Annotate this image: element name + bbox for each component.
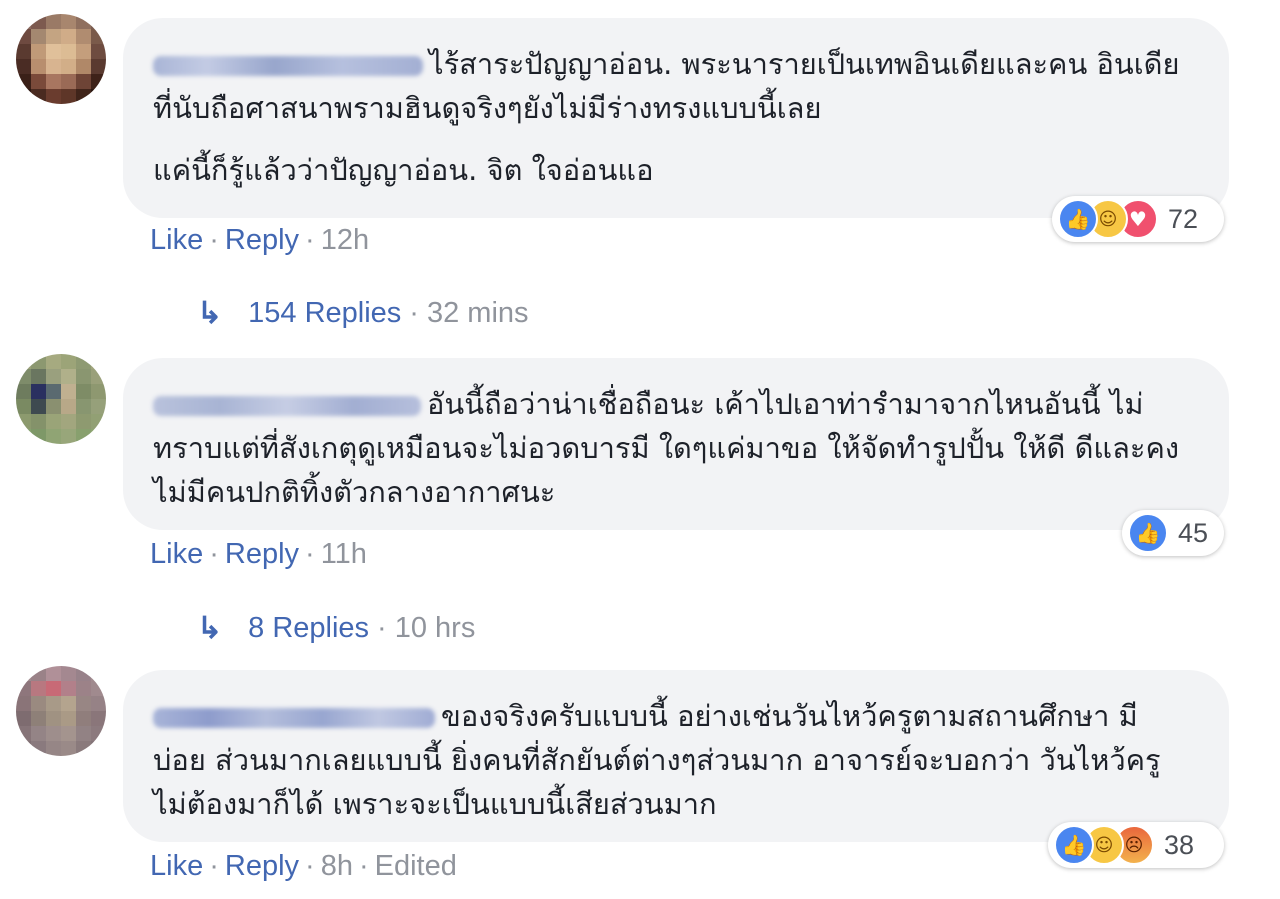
comment-actions: Like · Reply · 12h	[150, 224, 369, 257]
author-name[interactable]	[153, 396, 421, 416]
like-icon: 👍	[1128, 513, 1168, 553]
timestamp[interactable]: 12h	[321, 224, 369, 256]
reply-button[interactable]: Reply	[225, 224, 299, 256]
reply-arrow-icon: ↳	[197, 297, 223, 330]
separator: ·	[305, 224, 315, 256]
comment-bubble: ไร้สาระปัญญาอ่อน. พระนารายเป็นเทพอินเดีย…	[123, 18, 1229, 218]
reaction-count: 45	[1178, 517, 1209, 548]
comment-text: อันนี้ถือว่าน่าเชื่อถือนะ เค้าไปเอาท่ารำ…	[153, 382, 1189, 514]
reaction-count: 72	[1168, 203, 1199, 234]
comment-text: ของจริงครับแบบนี้ อย่างเช่นวันไหว้ครูตาม…	[153, 694, 1189, 826]
comment-paragraph: แค่นี้ก็รู้แล้วว่าปัญญาอ่อน. จิต ใจอ่อนแ…	[153, 153, 654, 187]
reaction-summary[interactable]: 👍 ☺ ☹ 38	[1048, 822, 1224, 868]
separator: ·	[305, 850, 315, 882]
reply-arrow-icon: ↳	[197, 612, 223, 645]
replies-link[interactable]: 8 Replies	[248, 612, 369, 645]
reply-button[interactable]: Reply	[225, 850, 299, 882]
comment-bubble: ของจริงครับแบบนี้ อย่างเช่นวันไหว้ครูตาม…	[123, 670, 1229, 842]
view-replies[interactable]: ↳ 154 Replies · 32 mins	[197, 296, 529, 331]
avatar[interactable]	[16, 354, 106, 444]
reaction-summary[interactable]: 👍 ☺ ♥ 72	[1052, 196, 1224, 242]
view-replies[interactable]: ↳ 8 Replies · 10 hrs	[197, 611, 475, 646]
like-icon: 👍	[1054, 825, 1094, 865]
separator: ·	[209, 224, 219, 256]
timestamp[interactable]: 8h	[321, 850, 353, 882]
separator: ·	[377, 612, 387, 644]
replies-link[interactable]: 154 Replies	[248, 297, 401, 330]
like-button[interactable]: Like	[150, 850, 203, 882]
avatar[interactable]	[16, 14, 106, 104]
separator: ·	[209, 538, 219, 570]
reply-button[interactable]: Reply	[225, 538, 299, 570]
comment-actions: Like · Reply · 11h	[150, 538, 367, 571]
comment-text: ไร้สาระปัญญาอ่อน. พระนารายเป็นเทพอินเดีย…	[153, 42, 1189, 130]
comment-actions: Like · Reply · 8h · Edited	[150, 850, 457, 883]
reaction-summary[interactable]: 👍 45	[1122, 510, 1224, 556]
separator: ·	[409, 297, 419, 329]
comment-bubble: อันนี้ถือว่าน่าเชื่อถือนะ เค้าไปเอาท่ารำ…	[123, 358, 1229, 530]
separator: ·	[209, 850, 219, 882]
avatar[interactable]	[16, 666, 106, 756]
author-name[interactable]	[153, 708, 435, 728]
edited-label[interactable]: Edited	[375, 850, 457, 882]
replies-time: 32 mins	[426, 297, 529, 329]
like-button[interactable]: Like	[150, 224, 203, 256]
comment: ไร้สาระปัญญาอ่อน. พระนารายเป็นเทพอินเดีย…	[0, 0, 1280, 330]
like-icon: 👍	[1058, 199, 1098, 239]
reaction-count: 38	[1164, 829, 1195, 860]
separator: ·	[358, 850, 369, 882]
timestamp[interactable]: 11h	[321, 538, 367, 570]
replies-time: 10 hrs	[394, 612, 476, 644]
separator: ·	[305, 538, 315, 570]
author-name[interactable]	[153, 56, 423, 76]
like-button[interactable]: Like	[150, 538, 203, 570]
